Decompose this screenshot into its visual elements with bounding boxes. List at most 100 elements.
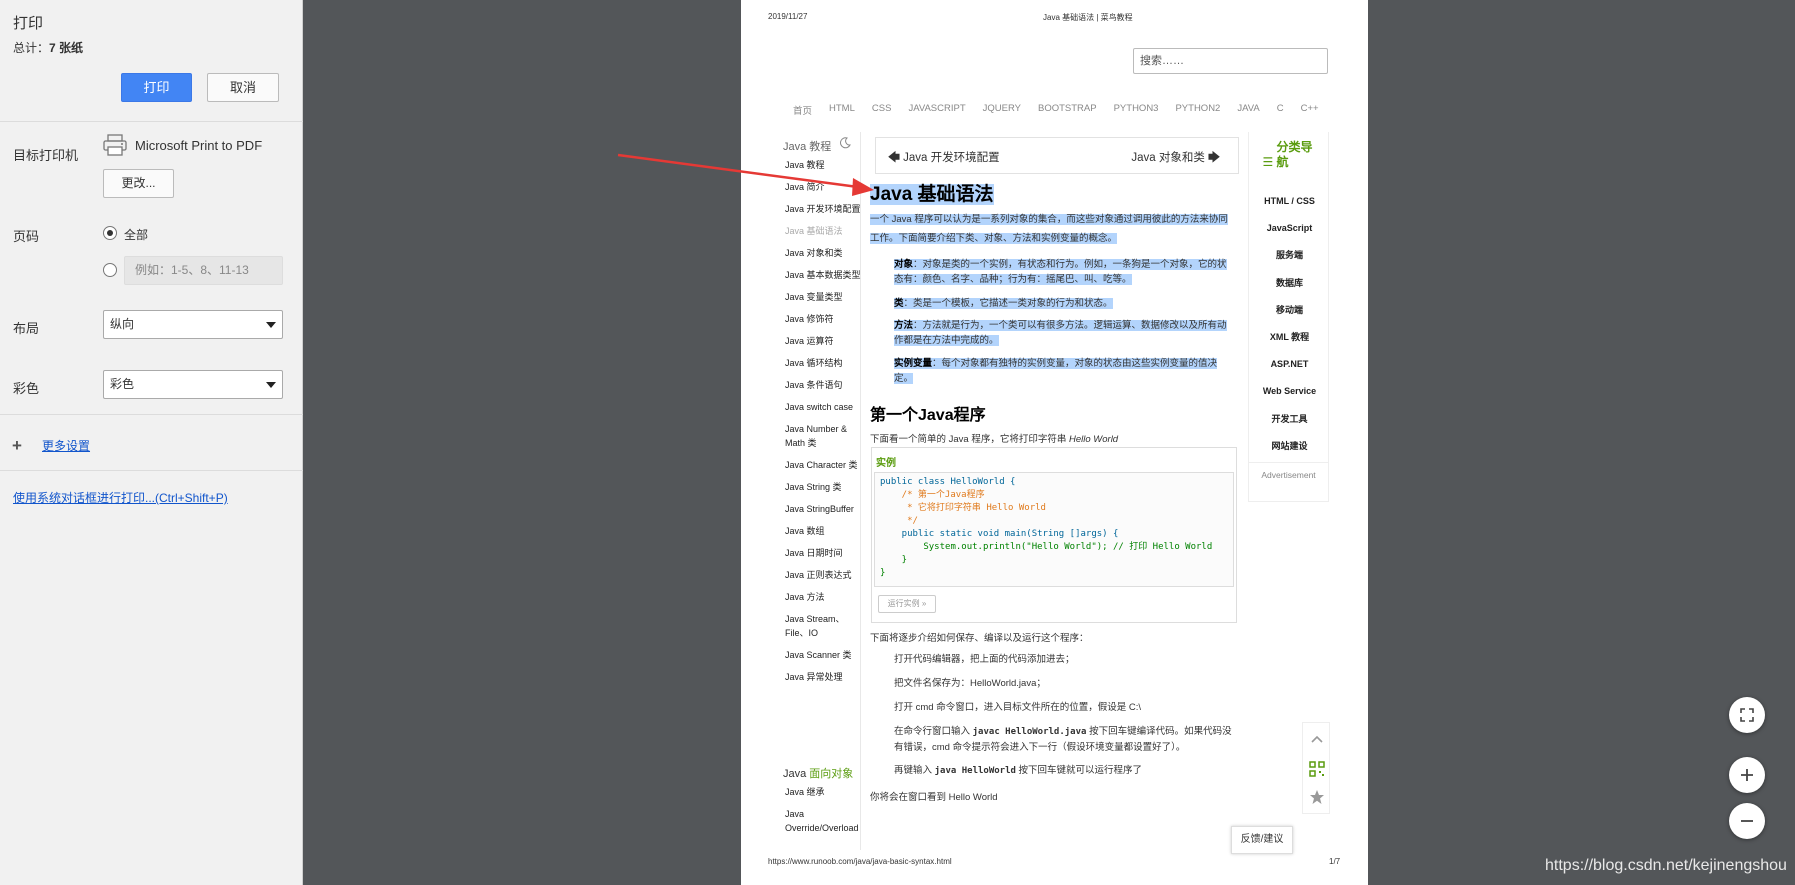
sheet-count: 7 张纸 (49, 41, 84, 55)
moon-icon (840, 137, 851, 149)
sidebar-item: Java 简介 (785, 182, 825, 192)
category-item: 网站建设 (1271, 440, 1308, 451)
print-preview-page: 2019/11/27 Java 基础语法 | 菜鸟教程 搜索…… 首页 HTML C… (741, 0, 1368, 885)
plus-icon[interactable]: + (12, 436, 22, 456)
site-nav-item: CSS (871, 103, 892, 114)
steps: 下面将逐步介绍如何保存、编译以及运行这个程序： 打开代码编辑器，把上面的代码添加… (870, 630, 1235, 803)
site-nav-item: PYTHON3 (1113, 103, 1159, 114)
pages-all-radio[interactable] (103, 226, 117, 240)
chevron-up-icon (1311, 735, 1323, 743)
sidebar-item: Java 正则表达式 (785, 570, 852, 580)
cancel-button[interactable]: 取消 (207, 73, 279, 102)
site-nav-item: C (1276, 103, 1284, 114)
category-item: 开发工具 (1271, 413, 1308, 424)
qrcode-icon (1309, 761, 1325, 777)
sheet-total: 总计：7 张纸 (13, 41, 84, 55)
watermark: https://blog.csdn.net/kejinengshou (1545, 857, 1787, 874)
step-item: 打开代码编辑器，把上面的代码添加进去； (894, 654, 1075, 665)
next-article-link: Java 对象和类 🡆 (1131, 152, 1220, 164)
page-range-input[interactable]: 例如：1-5、8、11-13 (124, 256, 283, 285)
code-block: public class HelloWorld { /* 第一个Java程序 *… (874, 472, 1234, 587)
printer-icon (103, 134, 127, 156)
run-example-button: 运行实例 » (878, 595, 936, 613)
layout-select[interactable]: 纵向 (103, 310, 283, 339)
tutorial-sidebar: Java 教程 Java 教程 Java 简介 Java 开发环境配置 Java 基础… (775, 132, 861, 850)
site-search-input: 搜索…… (1133, 48, 1328, 74)
definition-instance-variable: 实例变量：每个对象都有独特的实例变量，对象的状态由这些实例变量的值决定。 (894, 358, 1218, 384)
step-item: 打开 cmd 命令窗口，进入目标文件所在的位置，假设是 C:\ (894, 702, 1142, 713)
definition-method: 方法：方法就是行为，一个类可以有很多方法。逻辑运算、数据修改以及所有动作都是在方… (894, 320, 1227, 346)
system-dialog-link[interactable]: 使用系统对话框进行打印...(Ctrl+Shift+P) (13, 489, 228, 506)
destination-label: 目标打印机 (13, 148, 79, 163)
more-settings-link[interactable]: 更多设置 (42, 437, 90, 454)
sidebar-item: Java 条件语句 (785, 380, 843, 390)
sidebar-item: Java 异常处理 (785, 672, 843, 682)
dialog-title: 打印 (13, 15, 44, 32)
pages-all-label: 全部 (124, 228, 149, 242)
site-nav-item: JQUERY (982, 103, 1021, 114)
category-nav: ☰ 分类导航 HTML / CSS JavaScript 服务端 数据库 移动端 XML … (1248, 132, 1329, 462)
article: 🡄 Java 开发环境配置 Java 对象和类 🡆 Java 基础语法 一个 J… (870, 132, 1239, 850)
pages-custom-radio[interactable] (103, 263, 117, 277)
sidebar-item: Java 循环结构 (785, 358, 843, 368)
page-number: 1/7 (1329, 857, 1341, 866)
sidebar-sub-list: Java 继承 Java Override/Overload (785, 785, 861, 843)
printer-name: Microsoft Print to PDF (135, 138, 263, 153)
sidebar-item: Java 日期时间 (785, 548, 843, 558)
step-item: 在命令行窗口输入 javac HelloWorld.java 按下回车键编译代码… (894, 726, 1232, 753)
feedback-button: 反馈/建议 (1231, 826, 1293, 854)
code-line: public static void main(String []args) { (880, 529, 1119, 539)
code-line: } (880, 568, 886, 578)
minus-icon (1741, 820, 1753, 822)
print-settings-panel: 打印 总计：7 张纸 打印 取消 目标打印机 Microsoft Print t… (0, 0, 303, 885)
site-nav-item: C++ (1300, 103, 1319, 114)
fit-icon (1740, 708, 1754, 722)
step-item: 再键输入 java HelloWorld 按下回车键就可以运行程序了 (894, 765, 1143, 776)
pages-label: 页码 (13, 229, 40, 244)
color-select[interactable]: 彩色 (103, 370, 283, 399)
section-intro: 下面看一个简单的 Java 程序，它将打印字符串 Hello World (870, 434, 1119, 445)
category-item: 服务端 (1275, 250, 1303, 261)
zoom-out-button[interactable] (1729, 803, 1765, 839)
print-button[interactable]: 打印 (121, 73, 192, 102)
sidebar-item: Java 运算符 (785, 336, 834, 346)
category-item: XML 教程 (1269, 331, 1310, 342)
definition-object: 对象：对象是类的一个实例，有状态和行为。例如，一条狗是一个对象，它的状态有：颜色… (894, 259, 1227, 285)
code-line: * 它将打印字符串 Hello World (880, 503, 1046, 513)
steps-outro: 你将会在窗口看到 Hello World (870, 792, 998, 803)
divider (0, 414, 303, 415)
sidebar-item: Java Number & Math 类 (785, 424, 848, 448)
category-item: 数据库 (1275, 277, 1303, 288)
layout-label: 布局 (13, 321, 40, 336)
sidebar-heading: Java 教程 (783, 141, 832, 153)
sidebar-group-heading: Java 面向对象 (783, 768, 854, 780)
plus-icon (1741, 769, 1753, 781)
sidebar-item: Java String 类 (785, 482, 842, 492)
site-nav-item: JAVA (1237, 103, 1260, 114)
site-nav: 首页 HTML CSS JAVASCRIPT JQUERY BOOTSTRAP PYTHON… (793, 103, 1319, 117)
sidebar-item: Java 修饰符 (785, 314, 834, 324)
code-line: System.out.println("Hello World"); // 打印… (880, 542, 1213, 552)
sidebar-item: Java Character 类 (785, 460, 858, 470)
sidebar-item: Java switch case (785, 402, 854, 412)
sidebar-item: Java 方法 (785, 592, 825, 602)
color-label: 彩色 (13, 381, 40, 396)
section-heading: 第一个Java程序 (870, 407, 986, 424)
article-pager: 🡄 Java 开发环境配置 Java 对象和类 🡆 (875, 137, 1239, 174)
page-footer-url: https://www.runoob.com/java/java-basic-s… (768, 857, 952, 866)
sidebar-item: Java StringBuffer (785, 504, 854, 514)
category-list: HTML / CSS JavaScript 服务端 数据库 移动端 XML 教程 ASP.N… (1249, 188, 1330, 460)
sidebar-item: Java 数组 (785, 526, 825, 536)
sidebar-item: Java 基本数据类型 (785, 270, 861, 280)
fit-to-page-button[interactable] (1729, 697, 1765, 733)
sidebar-item: Java 教程 (785, 160, 825, 170)
star-icon (1310, 790, 1324, 804)
sidebar-item: Java 开发环境配置 (785, 204, 861, 214)
site-nav-item: HTML (829, 103, 855, 114)
page-date: 2019/11/27 (768, 12, 808, 21)
sidebar-item: Java 变量类型 (785, 292, 843, 302)
zoom-in-button[interactable] (1729, 757, 1765, 793)
page-header-title: Java 基础语法 | 菜鸟教程 (1043, 13, 1133, 22)
site-nav-item: 首页 (793, 106, 813, 117)
change-printer-button[interactable]: 更改... (103, 169, 174, 198)
